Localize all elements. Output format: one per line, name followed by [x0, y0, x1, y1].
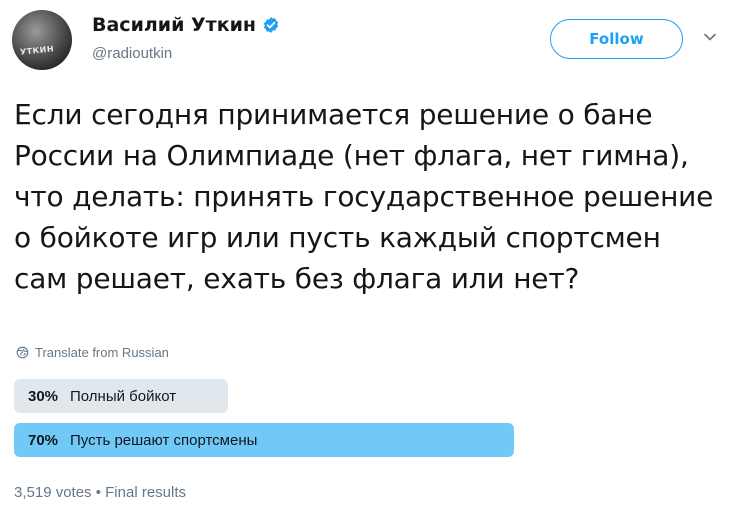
- poll-option-percent: 30%: [28, 387, 59, 405]
- poll-option-1: 30% Полный бойкот: [14, 379, 228, 413]
- poll-option-percent: 70%: [28, 431, 59, 449]
- tweet-card: УТКИН Василий Уткин @radioutkin Follow Е…: [0, 0, 730, 508]
- avatar-badge-text: УТКИН: [19, 44, 55, 57]
- poll-meta: 3,519 votes • Final results: [14, 484, 187, 501]
- author-handle[interactable]: @radioutkin: [92, 45, 172, 62]
- chevron-down-icon[interactable]: [702, 29, 718, 45]
- poll-option-label: Полный бойкот: [70, 387, 177, 405]
- avatar[interactable]: УТКИН: [12, 10, 72, 70]
- globe-icon: [16, 346, 29, 359]
- tweet-text: Если сегодня принимается решение о бане …: [14, 98, 714, 295]
- follow-button[interactable]: Follow: [550, 19, 683, 59]
- poll-option-2: 70% Пусть решают спортсмены: [14, 423, 514, 457]
- author-display-name[interactable]: Василий Уткин: [92, 14, 256, 36]
- verified-badge-icon: [262, 16, 280, 34]
- translate-link[interactable]: Translate from Russian: [16, 345, 169, 360]
- poll-option-label: Пусть решают спортсмены: [70, 431, 258, 449]
- translate-label: Translate from Russian: [35, 345, 169, 360]
- author-name-row: Василий Уткин: [92, 14, 280, 36]
